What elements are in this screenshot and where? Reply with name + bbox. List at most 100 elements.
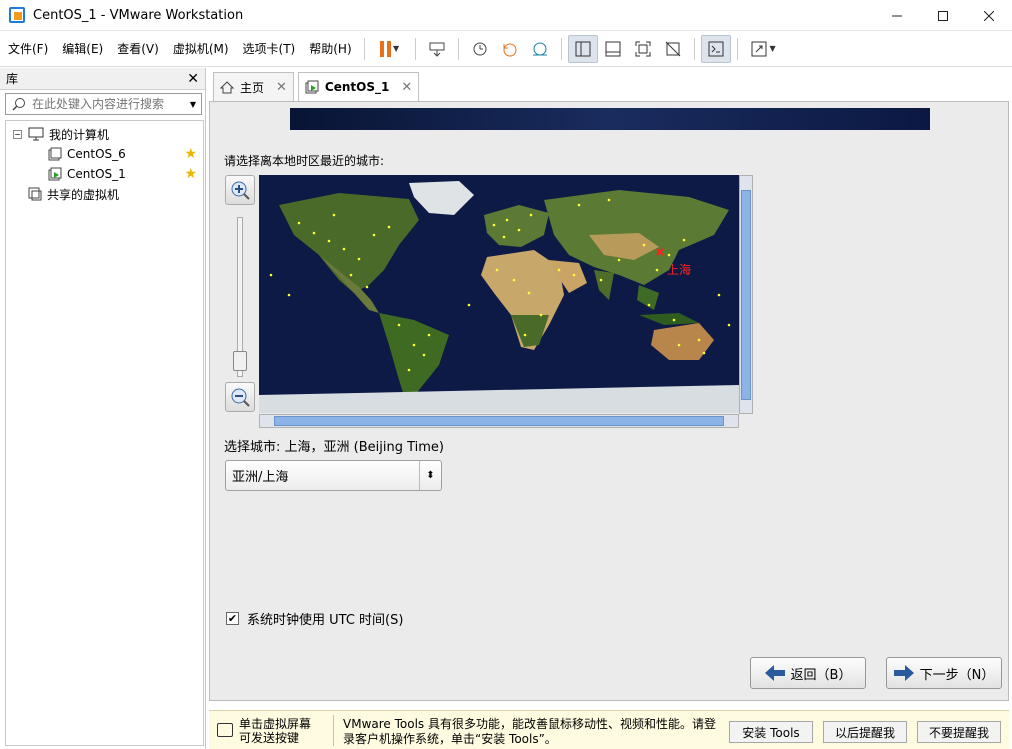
menu-vm[interactable]: 虚拟机(M) xyxy=(165,31,235,67)
toolbar-separator xyxy=(560,37,562,60)
menu-help[interactable]: 帮助(H) xyxy=(301,31,357,67)
back-label: 返回（B） xyxy=(790,667,852,683)
next-button[interactable]: 下一步（N） xyxy=(886,657,1002,689)
tab-label: CentOS_1 xyxy=(324,80,390,94)
send-ctrl-alt-del-button[interactable] xyxy=(422,35,452,63)
home-icon xyxy=(220,80,234,94)
console-icon xyxy=(708,41,724,56)
show-library-button[interactable] xyxy=(567,34,598,63)
title-bar: CentOS_1 - VMware Workstation xyxy=(0,0,1012,31)
keyboard-click-icon xyxy=(217,723,233,737)
tab-centos1[interactable]: CentOS_1 ✕ xyxy=(297,72,420,101)
library-title: 库 xyxy=(6,72,19,86)
unity-button[interactable] xyxy=(658,35,688,63)
close-icon xyxy=(984,10,994,21)
zoom-out-button[interactable] xyxy=(225,382,255,412)
arrow-right-icon xyxy=(893,665,914,681)
tree-item-my-computer[interactable]: − 我的计算机 xyxy=(6,124,203,144)
revert-snapshot-icon xyxy=(503,43,517,56)
snapshot-manager-button[interactable] xyxy=(525,35,555,63)
search-dropdown-icon[interactable]: ▼ xyxy=(185,100,201,109)
timezone-value: 亚洲/上海 xyxy=(232,470,289,485)
remind-later-button[interactable]: 以后提醒我 xyxy=(823,721,907,743)
toolbar-separator xyxy=(414,37,416,60)
unity-icon xyxy=(665,41,680,56)
thumbnail-bar-icon xyxy=(605,41,621,56)
vmware-logo-icon xyxy=(9,7,25,23)
pause-icon xyxy=(380,40,392,57)
close-tab-icon[interactable]: ✕ xyxy=(401,80,412,95)
scrollbar-thumb[interactable] xyxy=(274,416,724,426)
snapshot-button[interactable] xyxy=(465,35,495,63)
vm-screen[interactable]: 请选择离本地时区最近的城市: 上海 选择城市: 上海，亚洲 (Beijing T… xyxy=(209,101,1009,701)
favorite-star-icon[interactable]: ★ xyxy=(184,166,197,182)
arrow-left-icon xyxy=(764,665,785,681)
next-label: 下一步（N） xyxy=(919,667,995,683)
tree-item-shared-vms[interactable]: 共享的虚拟机 xyxy=(6,184,203,204)
pause-button[interactable]: ▼ xyxy=(371,35,409,63)
library-header: 库 ✕ xyxy=(0,68,205,90)
thumbnail-bar-button[interactable] xyxy=(598,35,628,63)
library-panel-icon xyxy=(575,41,591,56)
full-screen-icon xyxy=(635,41,651,56)
menu-view[interactable]: 查看(V) xyxy=(109,31,165,67)
tree-item-centos6[interactable]: CentOS_6 ★ xyxy=(6,144,203,164)
menu-tabs[interactable]: 选项卡(T) xyxy=(235,31,302,67)
tree-label: CentOS_6 xyxy=(67,147,126,161)
tree-item-centos1[interactable]: CentOS_1 ★ xyxy=(6,164,203,184)
zoom-in-button[interactable] xyxy=(225,175,255,205)
timezone-prompt: 请选择离本地时区最近的城市: xyxy=(224,154,385,168)
timezone-select[interactable]: 亚洲/上海 ⬍ xyxy=(225,460,442,491)
library-panel: 库 ✕ ▼ − 我的计算机 CentOS_6 ★ CentOS_1 ★ 共享的虚… xyxy=(0,68,206,749)
tree-label: 我的计算机 xyxy=(49,127,110,142)
tab-label: 主页 xyxy=(240,80,265,95)
back-button[interactable]: 返回（B） xyxy=(750,657,866,689)
vmware-tools-hint-bar: 单击虚拟屏幕 可发送按键 VMware Tools 具有很多功能，能改善鼠标移动… xyxy=(209,710,1009,749)
menu-toolbar: 文件(F) 编辑(E) 查看(V) 虚拟机(M) 选项卡(T) 帮助(H) ▼ … xyxy=(0,31,1012,67)
full-screen-button[interactable] xyxy=(628,35,658,63)
tab-home[interactable]: 主页 ✕ xyxy=(213,72,294,101)
chevron-down-icon: ▼ xyxy=(769,44,776,53)
vm-running-icon xyxy=(305,80,319,94)
favorite-star-icon[interactable]: ★ xyxy=(184,146,197,162)
installer-banner xyxy=(290,108,930,130)
library-search: ▼ xyxy=(5,93,202,115)
minimize-button[interactable] xyxy=(874,0,920,31)
close-button[interactable] xyxy=(966,0,1012,31)
search-input[interactable] xyxy=(28,95,185,113)
tab-bar: 主页 ✕ CentOS_1 ✕ xyxy=(209,71,1009,101)
map-city-label: 上海 xyxy=(667,263,692,277)
library-tree: − 我的计算机 CentOS_6 ★ CentOS_1 ★ 共享的虚拟机 xyxy=(5,120,204,746)
menu-file[interactable]: 文件(F) xyxy=(0,31,54,67)
utc-checkbox-row[interactable]: ✔ 系统时钟使用 UTC 时间(S) xyxy=(226,609,403,628)
maximize-button[interactable] xyxy=(920,0,966,31)
window-title: CentOS_1 - VMware Workstation xyxy=(33,7,244,23)
computer-icon xyxy=(28,127,44,141)
vm-running-icon xyxy=(48,167,62,181)
tree-label: CentOS_1 xyxy=(67,167,126,181)
keyboard-send-icon xyxy=(429,42,445,57)
scrollbar-thumb[interactable] xyxy=(741,190,751,400)
world-map[interactable]: 上海 xyxy=(259,175,739,413)
vm-icon xyxy=(48,147,62,161)
chevron-down-icon: ▼ xyxy=(393,44,400,53)
map-vertical-scrollbar[interactable] xyxy=(739,175,753,414)
toolbar-separator xyxy=(736,37,738,60)
utc-checkbox[interactable]: ✔ xyxy=(226,612,239,625)
stretch-view-button[interactable]: ▼ xyxy=(744,35,782,63)
select-arrows-icon: ⬍ xyxy=(419,461,441,490)
never-remind-button[interactable]: 不要提醒我 xyxy=(917,721,1001,743)
utc-label: 系统时钟使用 UTC 时间(S) xyxy=(247,613,404,628)
menu-edit[interactable]: 编辑(E) xyxy=(54,31,109,67)
collapse-icon[interactable]: − xyxy=(13,129,22,139)
close-tab-icon[interactable]: ✕ xyxy=(276,80,287,95)
selected-city-text: 选择城市: 上海，亚洲 (Beijing Time) xyxy=(224,440,444,455)
minimize-icon xyxy=(892,15,902,16)
close-library-icon[interactable]: ✕ xyxy=(187,71,199,87)
revert-snapshot-button[interactable] xyxy=(495,35,525,63)
zoom-slider-handle[interactable] xyxy=(233,351,247,371)
toolbar-separator xyxy=(693,37,695,60)
install-tools-button[interactable]: 安装 Tools xyxy=(729,721,813,743)
map-horizontal-scrollbar[interactable] xyxy=(259,414,739,428)
console-view-button[interactable] xyxy=(700,34,731,63)
